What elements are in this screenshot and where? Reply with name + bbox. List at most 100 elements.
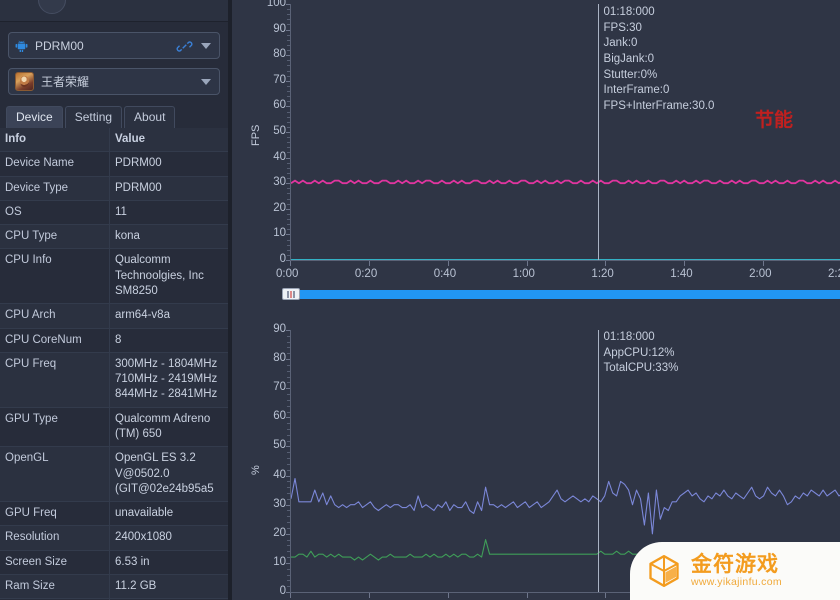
table-row[interactable]: CPU CoreNum 8: [0, 328, 228, 353]
x-tick-label: 0:00: [276, 268, 299, 280]
x-tick-label: 0:20: [354, 268, 378, 280]
info-value: 8: [115, 333, 122, 346]
y-tick-label: 40: [273, 468, 286, 481]
info-value: 2400x1080: [115, 531, 172, 544]
x-tick-label: 2:00: [749, 268, 772, 280]
y-tick-label: 0: [279, 253, 286, 265]
info-value: kona: [115, 230, 140, 243]
y-tick-label: 90: [273, 22, 286, 35]
tab-bar: Device Setting About: [6, 106, 228, 128]
table-row[interactable]: CPU Arch arm64-v8a: [0, 304, 228, 329]
table-row[interactable]: Ram Size 11.2 GB: [0, 574, 228, 600]
x-tick-mark: [368, 261, 370, 266]
table-row[interactable]: OpenGL OpenGL ES 3.2 V@0502.0 (GIT@02e24b…: [0, 447, 228, 503]
x-tick-mark: [526, 261, 528, 266]
fps-chart[interactable]: FPS 0 10 20 30 40 50 60 70 80 90 100 0:00 0:20 0:40 1:0…: [232, 0, 840, 310]
y-tick-label: 80: [273, 48, 286, 61]
x-tick-label: 1:40: [670, 268, 693, 280]
info-key: CPU Freq: [0, 352, 110, 407]
tab-device[interactable]: Device: [6, 106, 63, 128]
info-key: CPU Arch: [0, 304, 110, 328]
info-value: 300MHz - 1804MHz 710MHz - 2419MHz 844MHz…: [115, 357, 218, 401]
info-value: Qualcomm Adreno (TM) 650: [115, 412, 211, 440]
cursor-line[interactable]: [597, 330, 599, 592]
info-value: 11.2 GB: [115, 579, 157, 592]
usb-link-icon[interactable]: [176, 38, 193, 55]
tab-setting[interactable]: Setting: [64, 106, 123, 128]
info-key: GPU Freq: [0, 502, 110, 526]
series-canvas: [291, 179, 840, 260]
game-selector-label: 王者荣耀: [41, 75, 90, 89]
chevron-down-icon[interactable]: [201, 42, 211, 49]
tab-label: About: [134, 110, 166, 124]
power-mode-badge: 节能: [755, 109, 794, 131]
perfdog-window: PDRM00 王者荣耀 Device Setting About Info Value…: [0, 0, 840, 600]
plot-area[interactable]: [290, 4, 840, 260]
y-tick-label: 30: [273, 497, 286, 510]
table-row[interactable]: CPU Freq 300MHz - 1804MHz 710MHz - 2419MH…: [0, 352, 228, 408]
y-tick-label: 70: [273, 381, 286, 394]
tab-about[interactable]: About: [124, 106, 176, 128]
game-app-icon: [15, 72, 34, 91]
x-tick-label: 0:40: [433, 268, 457, 280]
x-tick-mark: [368, 593, 370, 598]
x-tick-mark: [447, 261, 449, 266]
x-tick-label: 2:20: [828, 268, 840, 280]
info-key: Device Type: [0, 176, 110, 200]
y-tick-label: 80: [273, 352, 286, 365]
table-row[interactable]: CPU Info Qualcomm Technoolgies, Inc SM825…: [0, 249, 228, 305]
table-header-row: Info Value: [0, 128, 228, 153]
x-tick-mark: [684, 261, 686, 266]
android-robot-icon: [15, 40, 28, 52]
scroll-grip-icon[interactable]: [282, 288, 300, 300]
info-key: Device Name: [0, 152, 110, 176]
table-row[interactable]: GPU Freq unavailable: [0, 502, 228, 527]
timeline-progress-track[interactable]: [300, 289, 840, 299]
column-header: Info: [0, 128, 110, 152]
table-row[interactable]: GPU Type Qualcomm Adreno (TM) 650: [0, 407, 228, 448]
chevron-down-icon[interactable]: [201, 78, 211, 85]
y-tick-label: 60: [273, 99, 286, 112]
y-tick-label: 40: [273, 150, 286, 163]
info-key: OpenGL: [0, 447, 110, 502]
watermark-title: 金符游戏: [691, 552, 779, 576]
game-selector[interactable]: 王者荣耀: [8, 68, 220, 95]
table-row[interactable]: Resolution 2400x1080: [0, 526, 228, 551]
info-key: GPU Type: [0, 407, 110, 447]
info-key: Screen Size: [0, 550, 110, 574]
device-selector[interactable]: PDRM00: [8, 32, 220, 59]
x-tick-mark: [763, 261, 765, 266]
series-line-fps: [291, 179, 840, 185]
y-tick-label: 20: [273, 201, 286, 214]
info-value: Qualcomm Technoolgies, Inc SM8250: [115, 254, 204, 297]
info-key: OS: [0, 200, 110, 225]
series-line-totalcpu: [291, 477, 840, 535]
info-value: PDRM00: [115, 157, 162, 170]
device-selector-label: PDRM00: [35, 38, 84, 53]
y-axis-labels: 0 10 20 30 40 50 60 70 80 90 100: [240, 0, 290, 310]
info-value: 6.53 in: [115, 555, 150, 568]
y-tick-label: 70: [273, 73, 286, 86]
cube-logo-icon: [649, 554, 679, 588]
table-row[interactable]: CPU Type kona: [0, 225, 228, 250]
y-tick-label: 10: [273, 555, 286, 568]
y-tick-label: 30: [273, 176, 286, 189]
left-panel: PDRM00 王者荣耀 Device Setting About Info Value…: [0, 0, 228, 600]
table-row[interactable]: Screen Size 6.53 in: [0, 550, 228, 575]
info-key: CPU Info: [0, 249, 110, 304]
timeline-scrollbar[interactable]: [282, 288, 840, 300]
x-tick-mark: [290, 261, 291, 266]
y-tick-label: 0: [279, 585, 286, 597]
info-value: PDRM00: [115, 181, 162, 194]
cursor-line[interactable]: [597, 4, 599, 260]
table-row[interactable]: OS 11: [0, 200, 228, 226]
tab-label: Device: [16, 110, 53, 124]
x-tick-mark: [447, 593, 449, 598]
device-info-table: Info Value Device Name PDRM00 Device Type PDR…: [0, 128, 228, 600]
watermark-text: 金符游戏 www.yikajinfu.com: [691, 552, 782, 589]
info-key: Ram Size: [0, 574, 110, 599]
y-axis-labels: 0 10 20 30 40 50 60 70 80 90: [240, 312, 290, 600]
column-header: Value: [115, 133, 146, 145]
table-row[interactable]: Device Type PDRM00: [0, 176, 228, 201]
table-row[interactable]: Device Name PDRM00: [0, 152, 228, 177]
